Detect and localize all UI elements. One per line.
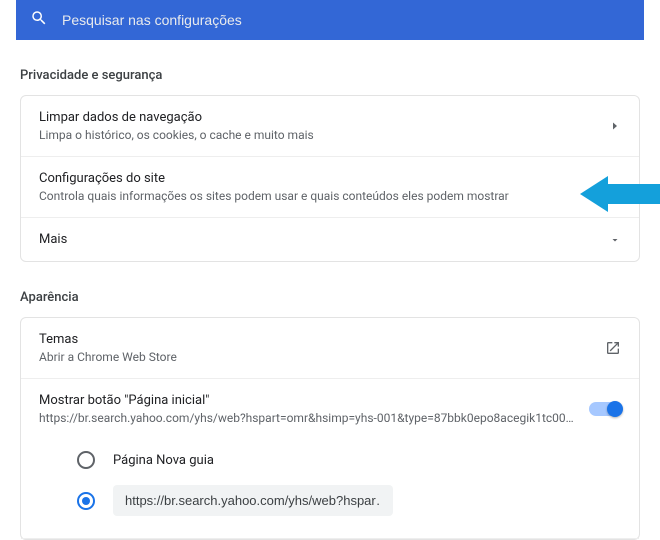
external-link-icon [605,340,621,356]
row-title: Mostrar botão "Página inicial" [39,393,577,408]
row-subtitle: https://br.search.yahoo.com/yhs/web?hspa… [39,411,577,425]
home-page-radio-group: Página Nova guia [21,439,639,539]
privacy-card: Limpar dados de navegação Limpa o histór… [20,95,640,262]
home-url-input[interactable] [113,485,393,516]
row-texts: Temas Abrir a Chrome Web Store [39,332,593,364]
row-show-home-button[interactable]: Mostrar botão "Página inicial" https://b… [21,379,639,439]
row-site-settings[interactable]: Configurações do site Controla quais inf… [21,157,639,218]
row-title: Limpar dados de navegação [39,110,597,125]
chevron-down-icon [609,234,621,246]
row-texts: Mostrar botão "Página inicial" https://b… [39,393,577,425]
row-subtitle: Abrir a Chrome Web Store [39,350,593,364]
radio-new-tab[interactable]: Página Nova guia [39,443,621,477]
radio-icon [77,451,95,469]
row-themes[interactable]: Temas Abrir a Chrome Web Store [21,318,639,379]
radio-icon [77,492,95,510]
search-input[interactable] [62,12,630,28]
radio-custom-url[interactable] [39,477,621,524]
row-title: Configurações do site [39,171,609,186]
row-title: Mais [39,232,597,247]
section-title-appearance: Aparência [20,290,640,305]
row-subtitle: Controla quais informações os sites pode… [39,189,609,203]
home-button-toggle[interactable] [589,402,621,416]
row-texts: Configurações do site Controla quais inf… [39,171,609,203]
row-texts: Mais [39,232,597,247]
row-texts: Limpar dados de navegação Limpa o histór… [39,110,597,142]
appearance-card: Temas Abrir a Chrome Web Store Mostrar b… [20,317,640,540]
search-icon [30,9,48,31]
chevron-right-icon [609,120,621,132]
row-subtitle: Limpa o histórico, os cookies, o cache e… [39,128,597,142]
row-clear-browsing-data[interactable]: Limpar dados de navegação Limpa o histór… [21,96,639,157]
row-title: Temas [39,332,593,347]
row-more[interactable]: Mais [21,218,639,261]
section-title-privacy: Privacidade e segurança [20,68,640,83]
radio-label: Página Nova guia [113,453,214,468]
settings-search-bar[interactable] [16,0,644,40]
